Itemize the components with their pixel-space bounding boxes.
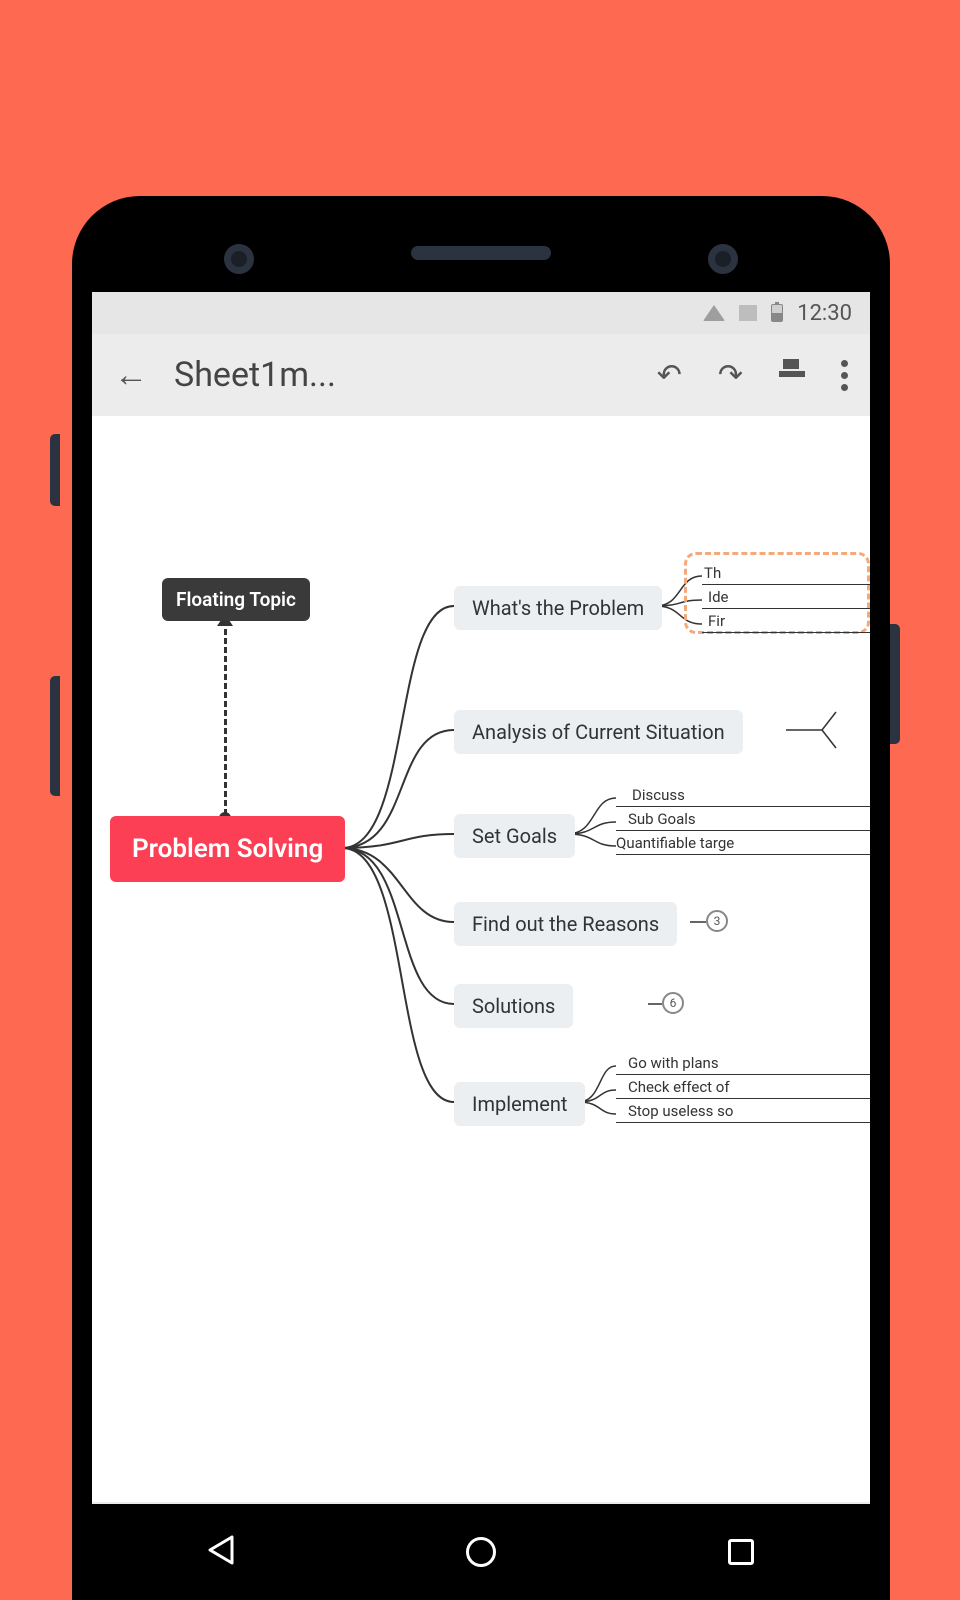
leaf-topic[interactable]: Ide	[708, 588, 729, 606]
mindmap-canvas[interactable]: Floating Topic Problem Solving What's th…	[92, 416, 870, 1502]
leaf-topic[interactable]: Quantifiable targe	[616, 834, 734, 852]
root-topic-node[interactable]: Problem Solving	[110, 816, 345, 882]
leaf-underline	[702, 608, 870, 609]
wifi-icon	[703, 305, 725, 321]
leaf-topic[interactable]: Stop useless so	[628, 1102, 733, 1120]
leaf-topic[interactable]: Fir	[708, 612, 725, 630]
floating-topic-node[interactable]: Floating Topic	[162, 578, 310, 621]
leaf-underline	[616, 1098, 870, 1099]
phone-speaker	[411, 246, 551, 260]
nav-back-button[interactable]	[208, 1535, 234, 1569]
leaf-underline	[616, 1074, 870, 1075]
phone-camera-left	[224, 244, 254, 274]
app-bar: ← Sheet1m... ↶ ↷	[92, 334, 870, 416]
phone-frame: 12:30 ← Sheet1m... ↶ ↷	[72, 196, 890, 1600]
battery-icon	[771, 304, 783, 322]
volume-down-button[interactable]	[50, 676, 60, 796]
leaf-underline	[616, 854, 870, 855]
back-arrow-icon[interactable]: ←	[114, 355, 148, 395]
leaf-topic[interactable]: Go with plans	[628, 1054, 719, 1072]
topic-node-problem[interactable]: What's the Problem	[454, 586, 662, 630]
leaf-underline	[616, 1122, 870, 1123]
status-time: 12:30	[797, 301, 852, 326]
collapsed-count-badge[interactable]: 6	[662, 992, 684, 1014]
leaf-topic[interactable]: Sub Goals	[628, 810, 696, 828]
topic-node-analysis[interactable]: Analysis of Current Situation	[454, 710, 743, 754]
signal-icon	[739, 305, 757, 321]
power-button[interactable]	[890, 624, 900, 744]
screen: 12:30 ← Sheet1m... ↶ ↷	[92, 292, 870, 1600]
topic-node-implement[interactable]: Implement	[454, 1082, 585, 1126]
appbar-actions: ↶ ↷	[657, 358, 848, 393]
document-title[interactable]: Sheet1m...	[174, 355, 631, 395]
phone-camera-right	[708, 244, 738, 274]
undo-icon[interactable]: ↶	[657, 358, 682, 393]
android-nav-bar	[92, 1504, 870, 1600]
topic-node-reasons[interactable]: Find out the Reasons	[454, 902, 677, 946]
more-menu-icon[interactable]	[841, 360, 848, 391]
status-bar: 12:30	[92, 292, 870, 334]
nav-recent-button[interactable]	[728, 1539, 754, 1565]
leaf-topic[interactable]: Discuss	[632, 786, 685, 804]
leaf-topic[interactable]: Th	[704, 564, 721, 582]
format-paint-icon[interactable]	[779, 358, 805, 393]
floating-relationship-line	[224, 620, 227, 824]
leaf-underline	[702, 584, 870, 585]
nav-home-button[interactable]	[466, 1537, 496, 1567]
volume-up-button[interactable]	[50, 434, 60, 506]
leaf-underline	[616, 806, 870, 807]
leaf-topic[interactable]: Check effect of	[628, 1078, 730, 1096]
topic-node-solutions[interactable]: Solutions	[454, 984, 573, 1028]
leaf-underline	[702, 632, 870, 633]
collapsed-count-badge[interactable]: 3	[706, 910, 728, 932]
leaf-underline	[616, 830, 870, 831]
topic-node-goals[interactable]: Set Goals	[454, 814, 575, 858]
redo-icon[interactable]: ↷	[718, 358, 743, 393]
